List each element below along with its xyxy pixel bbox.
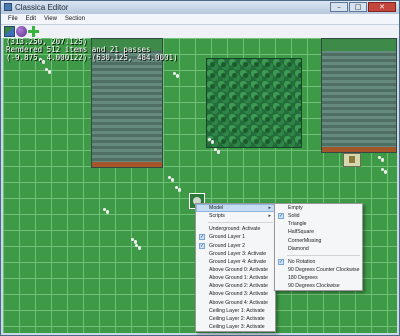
menu-item-ceiling-layer-2[interactable]: Ceiling Layer 2: Activate bbox=[196, 315, 275, 323]
menu-item-above-ground-1[interactable]: Above Ground 1: Activate bbox=[196, 274, 275, 282]
flower-icon bbox=[381, 168, 388, 174]
flower-icon bbox=[378, 156, 385, 162]
menu-item-ceiling-layer-1[interactable]: Ceiling Layer 1: Activate bbox=[196, 307, 275, 315]
window-title: Classica Editor bbox=[15, 3, 69, 12]
flower-icon bbox=[214, 148, 221, 154]
menu-item-above-ground-4[interactable]: Above Ground 4: Activate bbox=[196, 299, 275, 307]
submenu-item-triangle[interactable]: Triangle bbox=[275, 220, 362, 228]
menu-item-scripts[interactable]: Scripts ▸ bbox=[196, 212, 275, 220]
menu-item-above-ground-2[interactable]: Above Ground 2: Activate bbox=[196, 282, 275, 290]
globe-icon[interactable] bbox=[16, 26, 27, 37]
debug-overlay: (313.250, 207.125) Rendered 512 items and… bbox=[6, 38, 178, 62]
submenu-item-halfsquare[interactable]: HalfSquare bbox=[275, 228, 362, 236]
menu-item-ceiling-layer-3[interactable]: Ceiling Layer 3: Activate bbox=[196, 323, 275, 331]
menu-view[interactable]: View bbox=[40, 14, 61, 24]
menu-section[interactable]: Section bbox=[61, 14, 89, 24]
check-icon: ✓ bbox=[278, 213, 284, 220]
map-object-sprite[interactable] bbox=[343, 153, 361, 167]
menu-file[interactable]: File bbox=[4, 14, 22, 24]
maximize-button[interactable]: □ bbox=[349, 2, 367, 12]
menu-separator bbox=[287, 254, 360, 256]
bush-patch bbox=[206, 58, 302, 148]
menu-edit[interactable]: Edit bbox=[22, 14, 40, 24]
menu-item-ground-layer-1[interactable]: ✓ Ground Layer 1 bbox=[196, 233, 275, 241]
submenu-item-cornermissing[interactable]: CornerMissing bbox=[275, 237, 362, 245]
cliff-right bbox=[321, 38, 397, 153]
check-icon: ✓ bbox=[199, 234, 205, 241]
minimize-button[interactable]: – bbox=[330, 2, 348, 12]
view-bounds: (-9.875, 4.000122)-(630.125, 484.0001) bbox=[6, 53, 178, 62]
submenu-item-solid[interactable]: ✓ Solid bbox=[275, 212, 362, 220]
flower-icon bbox=[168, 176, 175, 182]
check-icon: ✓ bbox=[199, 242, 205, 249]
menu-item-model[interactable]: Model ▸ bbox=[196, 204, 275, 213]
submenu-item-90-cw[interactable]: 90 Degrees Clockwise bbox=[275, 282, 362, 290]
menu-bar: File Edit View Section bbox=[1, 14, 399, 25]
menu-item-ground-layer-3[interactable]: Ground Layer 3: Activate bbox=[196, 250, 275, 258]
submenu-item-empty[interactable]: Empty bbox=[275, 204, 362, 212]
map-icon[interactable] bbox=[4, 26, 15, 37]
flower-icon bbox=[173, 72, 180, 78]
close-button[interactable]: ✕ bbox=[368, 2, 396, 12]
check-icon: ✓ bbox=[278, 258, 284, 265]
submenu-item-180[interactable]: 180 Degrees bbox=[275, 274, 362, 282]
title-bar[interactable]: Classica Editor – □ ✕ bbox=[1, 1, 399, 14]
menu-separator bbox=[208, 222, 273, 224]
add-icon[interactable] bbox=[28, 26, 39, 37]
flower-icon bbox=[45, 68, 52, 74]
menu-item-above-ground-0[interactable]: Above Ground 0: Activate bbox=[196, 266, 275, 274]
flower-icon bbox=[208, 138, 215, 144]
submenu-item-diamond[interactable]: Diamond bbox=[275, 245, 362, 253]
flower-icon bbox=[175, 186, 182, 192]
menu-item-ground-layer-4[interactable]: Ground Layer 4: Activate bbox=[196, 258, 275, 266]
submenu-item-90-ccw[interactable]: 90 Degrees Counter Clockwise bbox=[275, 266, 362, 274]
app-icon bbox=[4, 3, 12, 11]
menu-item-above-ground-3[interactable]: Above Ground 3: Activate bbox=[196, 290, 275, 298]
submenu-item-no-rotation[interactable]: ✓ No Rotation bbox=[275, 258, 362, 266]
model-submenu: Empty ✓ Solid Triangle HalfSquare CornerM… bbox=[274, 203, 363, 292]
flower-icon bbox=[135, 244, 142, 250]
context-menu: Model ▸ Scripts ▸ Underground: Activate ✓ G… bbox=[195, 203, 276, 333]
chevron-right-icon: ▸ bbox=[268, 205, 271, 211]
flower-icon bbox=[103, 208, 110, 214]
menu-item-ground-layer-2[interactable]: ✓ Ground Layer 2 bbox=[196, 242, 275, 250]
toolbar bbox=[1, 25, 399, 38]
menu-item-underground[interactable]: Underground: Activate bbox=[196, 225, 275, 233]
chevron-right-icon: ▸ bbox=[268, 213, 271, 220]
